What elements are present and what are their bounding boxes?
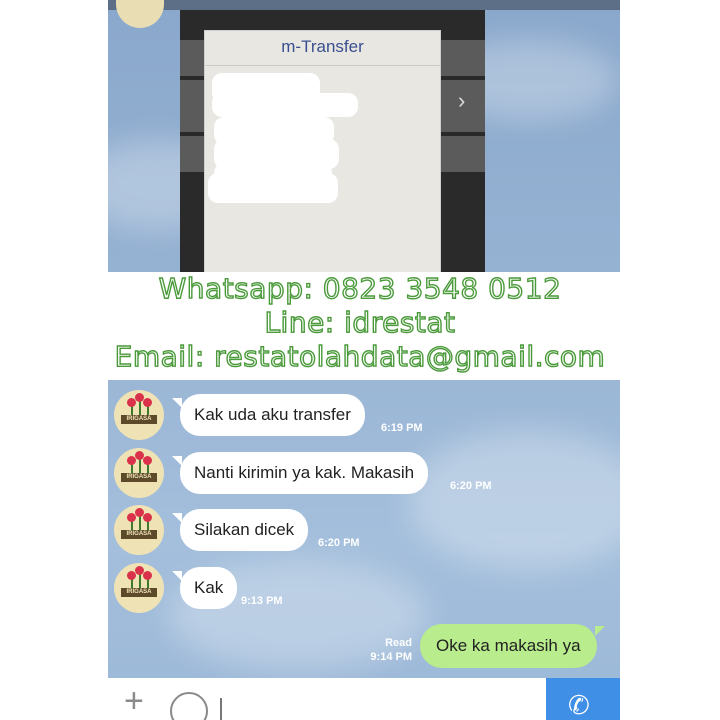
dialog-title: m-Transfer [281, 37, 364, 56]
avatar[interactable] [116, 0, 164, 28]
message-row: IRIGASA Nanti kirimin ya kak. Makasih 6:… [108, 448, 620, 508]
divider [205, 65, 440, 66]
message-bubble[interactable]: Silakan dicek [171, 509, 309, 551]
message-time: 6:20 PM [450, 480, 492, 492]
message-row: IRIGASA Kak uda aku transfer 6:19 PM [108, 390, 620, 450]
avatar[interactable]: IRIGASA [114, 563, 164, 613]
whatsapp-text: Whatsapp: 0823 3548 0512 [158, 271, 562, 305]
read-receipt: Read 9:14 PM [366, 636, 412, 664]
plus-icon[interactable]: + [124, 684, 144, 718]
email-text: Email: restatolahdata@gmail.com [114, 339, 606, 373]
avatar[interactable]: IRIGASA [114, 390, 164, 440]
top-bar [108, 0, 620, 10]
message-bubble[interactable]: Kak uda aku transfer [172, 394, 365, 436]
input-bar: + ✆ [108, 678, 620, 720]
text-cursor[interactable] [220, 698, 222, 720]
line-text: Line: idrestat [264, 305, 456, 339]
avatar[interactable]: IRIGASA [114, 505, 164, 555]
emoji-icon[interactable] [170, 692, 208, 720]
message-time: 6:20 PM [318, 537, 360, 549]
shared-photo[interactable]: › m-Transfer [180, 10, 485, 272]
avatar[interactable]: IRIGASA [114, 448, 164, 498]
sent-time: 9:14 PM [370, 651, 412, 663]
contact-banner: Whatsapp: 0823 3548 0512 Line: idrestat … [0, 271, 720, 380]
chevron-right-icon: › [458, 88, 466, 113]
redaction [208, 173, 338, 203]
transfer-dialog: m-Transfer [204, 30, 441, 272]
sent-message-bubble[interactable]: Oke ka makasih ya [420, 624, 605, 668]
redaction [212, 93, 358, 117]
call-button[interactable]: ✆ [546, 678, 620, 720]
message-row: IRIGASA Kak 9:13 PM [108, 563, 620, 623]
message-time: 6:19 PM [381, 422, 423, 434]
message-time: 9:13 PM [241, 595, 283, 607]
phone-icon: ✆ [568, 690, 590, 720]
read-status: Read [385, 637, 412, 649]
message-bubble[interactable]: Nanti kirimin ya kak. Makasih [171, 452, 429, 494]
message-bubble[interactable]: Kak [171, 567, 238, 609]
message-row: IRIGASA Silakan dicek 6:20 PM [108, 505, 620, 565]
